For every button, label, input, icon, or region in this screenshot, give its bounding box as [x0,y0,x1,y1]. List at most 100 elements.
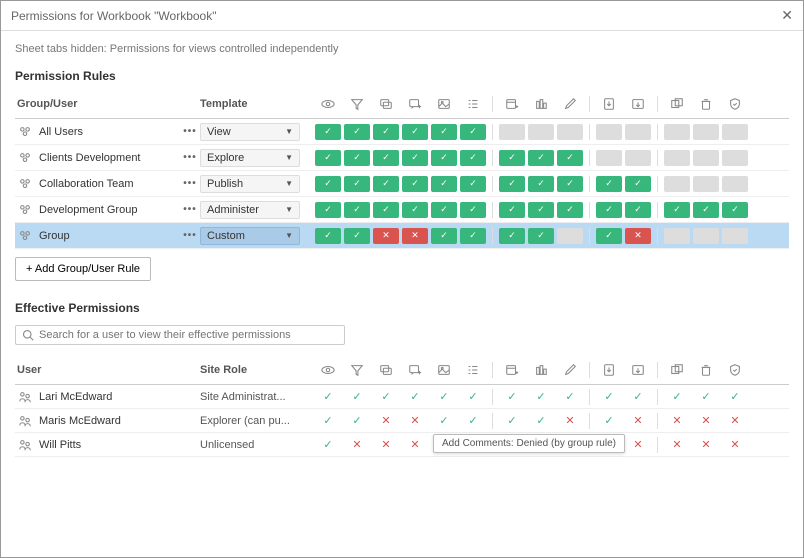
perm-cell[interactable]: ✓ [402,176,428,192]
template-select[interactable]: View▼ [200,123,300,141]
perm-cell[interactable]: ✓ [499,150,525,166]
perm-cell[interactable]: ✓ [402,202,428,218]
perm-cell[interactable]: ✓ [344,150,370,166]
more-icon[interactable]: ••• [180,126,200,137]
perm-cell[interactable] [664,176,690,192]
col-template-header: Template [200,98,315,110]
perm-cell[interactable]: ✓ [528,202,554,218]
perm-cell[interactable]: ✓ [373,150,399,166]
rule-row[interactable]: Clients Development•••Explore▼✓✓✓✓✓✓✓✓✓ [15,145,789,171]
perm-cell[interactable]: ✓ [460,176,486,192]
perm-cell[interactable]: ✓ [499,176,525,192]
perm-cell[interactable] [722,176,748,192]
perm-cell[interactable]: ✓ [664,202,690,218]
perm-cell[interactable]: ✓ [431,150,457,166]
perm-cell[interactable] [664,150,690,166]
user-row[interactable]: Will PittsUnlicensed✓✕✕✕Add Comments: De… [15,433,789,457]
perm-cell[interactable]: ✕ [373,228,399,244]
perm-cell[interactable] [557,124,583,140]
perm-cell[interactable] [693,150,719,166]
perm-cell[interactable]: ✓ [402,124,428,140]
perm-cell[interactable]: ✓ [344,228,370,244]
user-row[interactable]: Lari McEdwardSite Administrat...✓✓✓✓✓✓✓✓… [15,385,789,409]
rules-table: Group/User Template All Users•••View▼✓✓✓… [15,93,789,249]
perm-cell[interactable]: ✓ [460,150,486,166]
perm-cell[interactable] [625,124,651,140]
perm-cell[interactable]: ✓ [373,176,399,192]
perm-cell[interactable] [693,124,719,140]
perm-cell[interactable]: ✓ [431,124,457,140]
perm-cell[interactable]: ✓ [431,176,457,192]
rule-row[interactable]: Development Group•••Administer▼✓✓✓✓✓✓✓✓✓… [15,197,789,223]
separator [492,124,493,140]
perm-cell[interactable]: ✓ [499,202,525,218]
template-select[interactable]: Publish▼ [200,175,300,193]
close-icon[interactable]: ✕ [781,7,793,24]
perm-cell[interactable] [722,150,748,166]
more-icon[interactable]: ••• [180,204,200,215]
perm-cell[interactable] [499,124,525,140]
perm-cell[interactable]: ✕ [625,228,651,244]
perm-cell[interactable]: ✓ [431,202,457,218]
rule-row[interactable]: All Users•••View▼✓✓✓✓✓✓ [15,119,789,145]
perm-cell[interactable] [528,124,554,140]
perm-cell[interactable] [596,150,622,166]
user-icon [17,437,33,453]
perm-cell[interactable]: ✓ [596,228,622,244]
template-select[interactable]: Administer▼ [200,201,300,219]
perm-cell[interactable]: ✓ [431,228,457,244]
perm-cell[interactable]: ✓ [557,202,583,218]
perm-cell[interactable] [722,228,748,244]
perm-cell[interactable]: ✕ [402,228,428,244]
perm-cell[interactable]: ✓ [596,202,622,218]
perm-cell[interactable]: ✓ [460,124,486,140]
perm-cell[interactable] [664,124,690,140]
perm-cell[interactable]: ✓ [344,176,370,192]
perm-cell[interactable] [596,124,622,140]
perm-cell[interactable] [693,176,719,192]
perm-cell[interactable]: ✓ [373,124,399,140]
perm-cell[interactable]: ✓ [373,202,399,218]
perm-cell[interactable]: ✓ [557,176,583,192]
perm-cell[interactable]: ✓ [315,228,341,244]
perm-cell[interactable]: ✓ [528,228,554,244]
perm-cell[interactable] [625,150,651,166]
user-icon [17,389,33,405]
perm-cell[interactable] [693,228,719,244]
chevron-down-icon: ▼ [285,127,293,136]
perm-cell[interactable] [722,124,748,140]
perm-cell[interactable]: ✓ [557,150,583,166]
rule-row[interactable]: Collaboration Team•••Publish▼✓✓✓✓✓✓✓✓✓✓✓ [15,171,789,197]
search-box[interactable] [15,325,345,345]
group-icon [17,150,33,166]
add-rule-button[interactable]: Add Group/User Rule [15,257,151,281]
perm-cell[interactable]: ✓ [402,150,428,166]
perm-cell[interactable]: ✓ [596,176,622,192]
perm-cell[interactable]: ✓ [625,176,651,192]
perm-cell[interactable]: ✓ [528,176,554,192]
more-icon[interactable]: ••• [180,230,200,241]
perm-cell[interactable]: ✓ [344,202,370,218]
perm-cell[interactable]: ✓ [315,150,341,166]
rule-row[interactable]: Group•••Custom▼✓✓✕✕✓✓✓✓✓✕ [15,223,789,249]
effective-header-row: User Site Role [15,359,789,385]
perm-cell[interactable]: ✓ [315,124,341,140]
perm-cell[interactable]: ✓ [315,176,341,192]
perm-cell[interactable]: ✓ [722,202,748,218]
perm-cell[interactable]: ✓ [460,228,486,244]
perm-cell[interactable]: ✓ [499,228,525,244]
more-icon[interactable]: ••• [180,178,200,189]
perm-cell[interactable]: ✓ [693,202,719,218]
perm-cell[interactable]: ✓ [344,124,370,140]
perm-cell[interactable]: ✓ [625,202,651,218]
perm-cell[interactable]: ✓ [315,202,341,218]
perm-cell[interactable]: ✓ [528,150,554,166]
perm-cell[interactable] [664,228,690,244]
more-icon[interactable]: ••• [180,152,200,163]
template-select[interactable]: Explore▼ [200,149,300,167]
perm-cell[interactable]: ✓ [460,202,486,218]
search-input[interactable] [39,329,338,341]
user-row[interactable]: Maris McEdwardExplorer (can pu...✓✓✕✕✓✓✓… [15,409,789,433]
template-select[interactable]: Custom▼ [200,227,300,245]
perm-cell[interactable] [557,228,583,244]
